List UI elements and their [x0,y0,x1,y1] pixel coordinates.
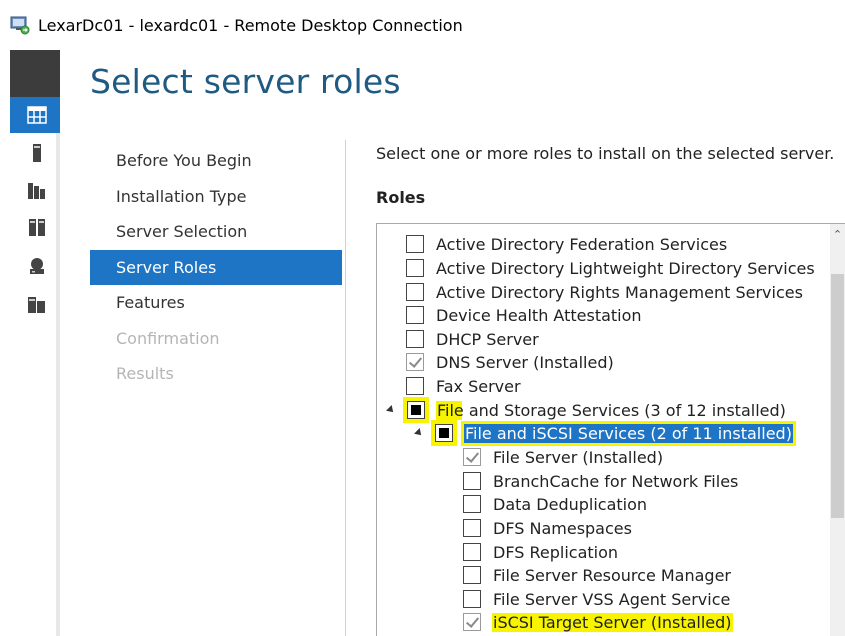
window-title: LexarDc01 - lexardc01 - Remote Desktop C… [38,15,463,35]
nav-divider [56,97,60,636]
scroll-thumb[interactable] [831,274,844,518]
role-iscsi-target[interactable]: iSCSI Target Server (Installed) [463,611,733,633]
role-checkbox[interactable] [406,283,424,301]
collapse-arrow-icon[interactable] [386,405,396,415]
role-checkbox[interactable] [406,306,424,324]
step-features[interactable]: Features [90,285,342,321]
role-fsrm[interactable]: File Server Resource Manager [463,564,732,586]
role-checkbox[interactable] [463,566,481,584]
role-checkbox[interactable] [406,235,424,253]
role-checkbox[interactable] [406,377,424,395]
role-checkbox[interactable] [463,519,481,537]
step-server-roles[interactable]: Server Roles [90,249,342,285]
role-device-health[interactable]: Device Health Attestation [406,304,643,326]
role-checkbox[interactable] [406,259,424,277]
panel-divider [345,140,346,636]
dashboard-icon [27,106,47,124]
wizard-steps: Before You Begin Installation Type Serve… [90,143,342,392]
file-services-icon[interactable] [27,294,47,314]
step-server-selection[interactable]: Server Selection [90,214,342,250]
dns-icon[interactable] [27,256,47,276]
role-checkbox-checked[interactable] [463,613,481,631]
step-installation-type[interactable]: Installation Type [90,179,342,215]
role-dfs-namespaces[interactable]: DFS Namespaces [463,517,633,539]
role-checkbox[interactable] [463,495,481,513]
role-dhcp[interactable]: DHCP Server [406,328,540,350]
role-checkbox[interactable] [463,590,481,608]
server-manager-nav [10,50,60,636]
roles-tree[interactable]: Active Directory Federation Services Act… [376,223,845,636]
file-storage-icon[interactable] [27,217,47,237]
role-checkbox-checked[interactable] [463,448,481,466]
role-adlds[interactable]: Active Directory Lightweight Directory S… [406,257,816,279]
step-confirmation: Confirmation [116,328,220,348]
role-dedup[interactable]: Data Deduplication [463,493,648,515]
role-adfs[interactable]: Active Directory Federation Services [406,233,728,255]
role-checkbox-partial[interactable] [407,401,425,419]
role-file-server[interactable]: File Server (Installed) [463,446,664,468]
remote-desktop-icon [10,15,30,35]
local-server-icon[interactable] [27,143,47,163]
instruction-text: Select one or more roles to install on t… [376,144,835,163]
role-branchcache[interactable]: BranchCache for Network Files [463,470,739,492]
role-dns[interactable]: DNS Server (Installed) [406,351,615,373]
scroll-up-icon[interactable]: ⌃ [830,228,845,244]
collapse-arrow-icon[interactable] [414,428,424,438]
role-checkbox[interactable] [406,330,424,348]
roles-scrollbar[interactable]: ⌃ [830,224,845,636]
left-edge [0,50,10,636]
role-vss-agent[interactable]: File Server VSS Agent Service [463,588,731,610]
role-checkbox[interactable] [463,543,481,561]
role-file-storage[interactable]: File and Storage Services (3 of 12 insta… [386,399,787,421]
step-results: Results [116,364,174,383]
role-checkbox[interactable] [463,472,481,490]
all-servers-icon[interactable] [27,180,47,200]
role-checkbox-partial[interactable] [435,424,453,442]
window-titlebar: LexarDc01 - lexardc01 - Remote Desktop C… [0,0,845,50]
role-fax[interactable]: Fax Server [406,375,522,397]
step-before-you-begin[interactable]: Before You Begin [90,143,342,179]
role-checkbox-checked[interactable] [406,353,424,371]
role-dfs-replication[interactable]: DFS Replication [463,541,619,563]
roles-heading: Roles [376,188,426,207]
nav-item-dashboard[interactable] [10,97,60,133]
nav-header [10,50,60,97]
role-file-iscsi[interactable]: File and iSCSI Services (2 of 11 install… [414,420,796,446]
page-title: Select server roles [90,62,401,101]
role-adrms[interactable]: Active Directory Rights Management Servi… [406,281,804,303]
